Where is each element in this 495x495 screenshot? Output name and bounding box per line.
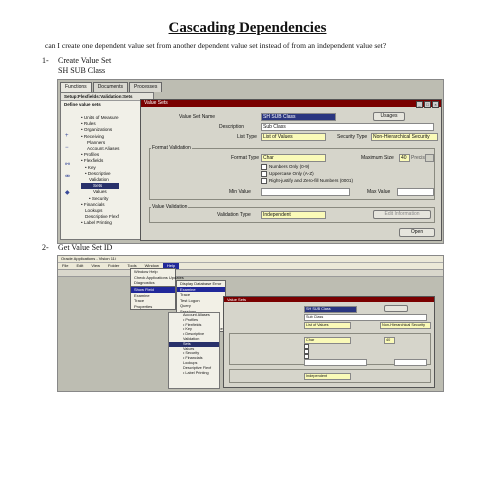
diagnostics-menu: Show Field Examine Trace Properties [130, 286, 176, 311]
link-icon[interactable]: ⚯ [65, 161, 72, 168]
navigator-tree: • Units of Measure • Rules • Organizatio… [81, 115, 120, 227]
security-type-select[interactable]: Non-Hierarchical Security [371, 133, 438, 141]
right-justify-checkbox[interactable]: Right-justify and Zero-fill Numbers (000… [261, 178, 353, 184]
format-type-label: Format Type [231, 155, 259, 161]
list-type-select[interactable]: List of Values [261, 133, 326, 141]
toolbar [58, 270, 443, 277]
menu-folder[interactable]: Folder [104, 263, 123, 269]
min-value-label: Min Value [229, 189, 251, 195]
menu-file[interactable]: File [58, 263, 72, 269]
value-validation-heading: Value Validation [151, 204, 189, 210]
format-validation-heading: Format Validation [151, 145, 192, 151]
value-set-name-label: Value Set Name [179, 114, 216, 120]
tab-processes[interactable]: Processes [128, 82, 163, 92]
precision-field[interactable] [425, 154, 434, 162]
page-title: Cascading Dependencies [168, 20, 327, 36]
menu-item[interactable]: Display Database Error [177, 281, 225, 287]
step-2: 2- Get Value Set ID [42, 243, 112, 252]
unlink-icon[interactable]: ⚮ [65, 173, 72, 180]
menu-item[interactable]: Diagnostics [131, 280, 175, 286]
navigator-tabs: Functions Documents Processes [60, 82, 163, 92]
navigator-panel: Account Aliases • Profiles • Flexfields … [168, 312, 220, 389]
tab-functions[interactable]: Functions [60, 82, 92, 92]
checkbox-label: Right-justify and Zero-fill Numbers (000… [269, 178, 353, 184]
menu-view[interactable]: View [87, 263, 104, 269]
uppercase-only-checkbox[interactable]: Uppercase Only (A-Z) [261, 171, 314, 177]
value-sets-window: Value Sets _ □ × Value Set Name SH SUB C… [140, 99, 442, 241]
step-2-number: 2- [42, 243, 49, 252]
description-field[interactable]: Sub Class [261, 123, 434, 131]
description-label: Description [219, 124, 245, 130]
checkbox-label: Uppercase Only (A-Z) [269, 171, 314, 177]
checkbox-label: Numbers Only (0-9) [269, 164, 310, 170]
tree-item[interactable]: • Label Printing [81, 220, 119, 226]
minimize-icon[interactable]: _ [416, 101, 423, 108]
window-title: Value Sets [227, 297, 247, 302]
close-icon[interactable]: × [432, 101, 439, 108]
window-titlebar: Value Sets _ □ × [141, 100, 441, 108]
collapse-icon[interactable]: − [65, 145, 72, 151]
menu-bar: File Edit View Folder Tools Window Help [58, 263, 443, 270]
maximum-size-label: Maximum Size [361, 155, 394, 161]
description-field[interactable]: Sub Class [304, 314, 427, 321]
security-type-label: Security Type [337, 134, 368, 140]
step-1-title: Create Value Set [58, 56, 112, 65]
max-value-label: Max Value [367, 189, 391, 195]
edit-information-button[interactable]: Edit Information [373, 210, 431, 219]
maximum-size-field[interactable]: 40 [399, 154, 410, 162]
max-value-field[interactable] [397, 188, 434, 196]
menu-item[interactable]: Properties [131, 304, 175, 310]
app-title: Oracle Applications - Vision 11i [58, 256, 443, 263]
value-set-name-field[interactable]: SH SUB Class [261, 113, 336, 121]
value-sets-window: Value Sets SH SUB Class Sub Class List o… [223, 296, 435, 388]
help-menu: Window Help Check Applications Updates D… [130, 268, 184, 287]
add-to-top-ten-icon[interactable]: ◆ [65, 189, 72, 196]
format-type-select[interactable]: Char [304, 337, 351, 344]
security-type-select[interactable]: Non-Hierarchical Security [380, 322, 431, 329]
maximum-size-field[interactable]: 40 [384, 337, 395, 344]
tab-documents[interactable]: Documents [92, 82, 128, 92]
validation-type-label: Validation Type [217, 212, 251, 218]
tree-item[interactable]: • Label Printing [169, 371, 219, 376]
question-text: can I create one dependent value set fro… [45, 41, 387, 50]
list-type-label: List Type [237, 134, 257, 140]
usages-button[interactable] [384, 305, 408, 312]
step-1-subtitle: SH SUB Class [58, 66, 106, 75]
window-titlebar: Value Sets [224, 297, 434, 302]
screenshot-value-sets-form: Functions Documents Processes Setup:Flex… [57, 79, 444, 244]
min-value-field[interactable] [261, 188, 350, 196]
step-1-number: 1- [42, 56, 49, 65]
list-type-select[interactable]: List of Values [304, 322, 351, 329]
step-1: 1- Create Value Set SH SUB Class [42, 56, 111, 76]
max-value-field[interactable] [394, 359, 427, 366]
validation-type-select[interactable]: Independent [261, 211, 326, 219]
min-value-field[interactable] [304, 359, 367, 366]
numbers-only-checkbox[interactable]: Numbers Only (0-9) [261, 164, 309, 170]
open-button[interactable]: Open [399, 228, 435, 237]
expand-icon[interactable]: + [65, 133, 72, 139]
screenshot-examine-menu: Oracle Applications - Vision 11i File Ed… [57, 255, 444, 392]
format-type-select[interactable]: Char [261, 154, 326, 162]
menu-edit[interactable]: Edit [72, 263, 87, 269]
usages-button[interactable]: Usages [373, 112, 405, 121]
validation-type-select[interactable]: Independent [304, 373, 351, 380]
step-2-title: Get Value Set ID [58, 243, 113, 252]
maximize-icon[interactable]: □ [424, 101, 431, 108]
value-set-name-field[interactable]: SH SUB Class [304, 306, 357, 313]
window-title: Value Sets [144, 100, 168, 106]
